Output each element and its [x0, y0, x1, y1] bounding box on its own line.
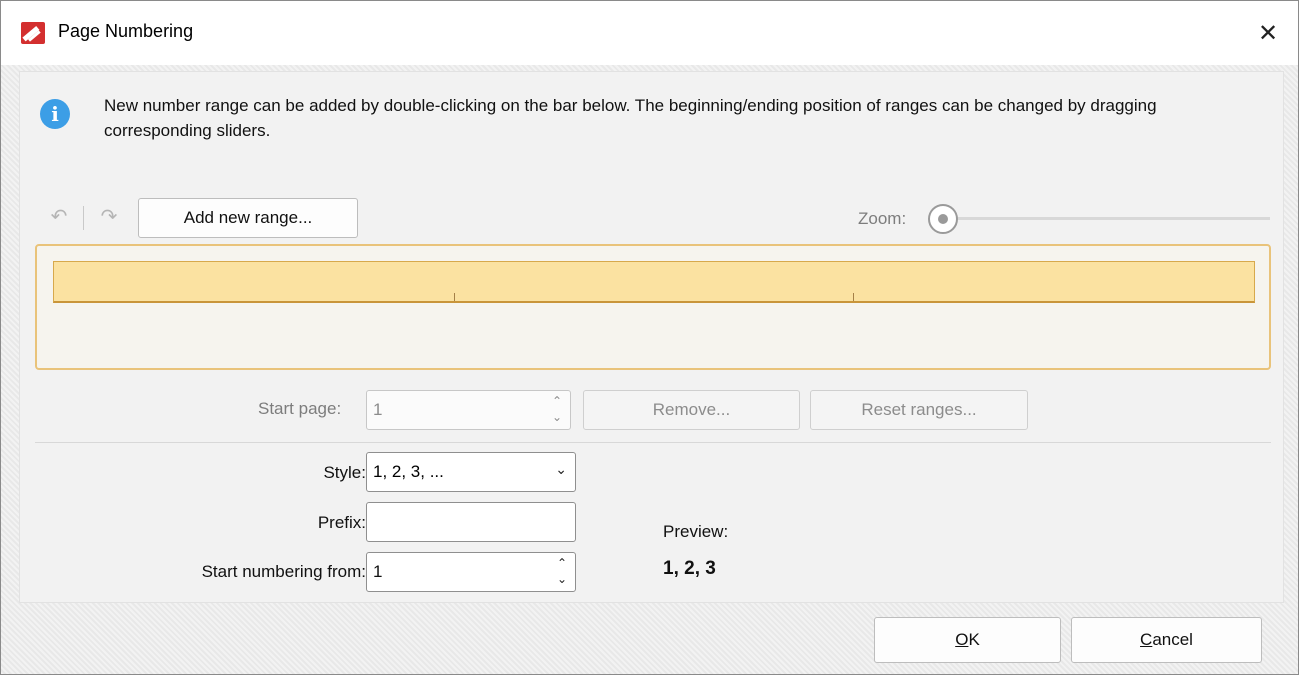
cancel-mnemonic: C [1140, 630, 1153, 649]
add-new-range-button[interactable]: Add new range... [138, 198, 358, 238]
remove-button[interactable]: Remove... [583, 390, 800, 430]
page-range-bar[interactable] [53, 261, 1255, 303]
content-panel: i New number range can be added by doubl… [19, 71, 1284, 603]
start-page-value: 1 [373, 400, 383, 419]
redo-icon[interactable]: ↷ [97, 205, 121, 229]
style-label: Style: [323, 463, 366, 482]
zoom-label: Zoom: [858, 209, 907, 228]
dialog-body: i New number range can be added by doubl… [1, 65, 1298, 674]
window-title: Page Numbering [58, 21, 194, 41]
toolbar-divider [83, 206, 84, 230]
zoom-slider-thumb[interactable] [928, 204, 958, 234]
start-page-stepper[interactable]: 1 ⌃ ⌄ [366, 390, 571, 430]
range-tick [454, 293, 455, 301]
prefix-label: Prefix: [317, 513, 366, 532]
reset-ranges-button[interactable]: Reset ranges... [810, 390, 1028, 430]
cancel-label-rest: ancel [1152, 630, 1193, 649]
style-value: 1, 2, 3, ... [373, 462, 444, 481]
preview-label: Preview: [663, 522, 729, 541]
page-numbering-dialog: Page Numbering ✕ i New number range can … [0, 0, 1299, 675]
undo-icon[interactable]: ↶ [47, 205, 71, 229]
section-divider [35, 442, 1271, 443]
app-logo-icon [21, 22, 45, 44]
start-numbering-stepper[interactable]: 1 ⌃ ⌄ [366, 552, 576, 592]
start-numbering-value: 1 [373, 562, 383, 581]
title-bar: Page Numbering ✕ [1, 1, 1298, 65]
ok-button[interactable]: OK [874, 617, 1061, 663]
range-editor[interactable] [35, 244, 1271, 370]
ok-mnemonic: O [955, 630, 969, 649]
close-button[interactable]: ✕ [1249, 15, 1287, 51]
ok-label-rest: K [968, 630, 980, 649]
preview-value: 1, 2, 3 [663, 558, 716, 579]
cancel-button[interactable]: Cancel [1071, 617, 1262, 663]
spin-arrows-icon[interactable]: ⌃ ⌄ [550, 393, 564, 425]
zoom-slider-track[interactable] [948, 217, 1270, 220]
spin-arrows-icon[interactable]: ⌃ ⌄ [555, 555, 569, 587]
prefix-input[interactable] [366, 502, 576, 542]
start-page-label: Start page: [258, 399, 342, 418]
style-select[interactable]: 1, 2, 3, ... ⌄ [366, 452, 576, 492]
info-message: New number range can be added by double-… [104, 96, 1157, 140]
chevron-down-icon: ⌄ [555, 461, 567, 477]
info-icon: i [40, 99, 70, 129]
start-numbering-label: Start numbering from: [201, 562, 366, 581]
range-tick [853, 293, 854, 301]
